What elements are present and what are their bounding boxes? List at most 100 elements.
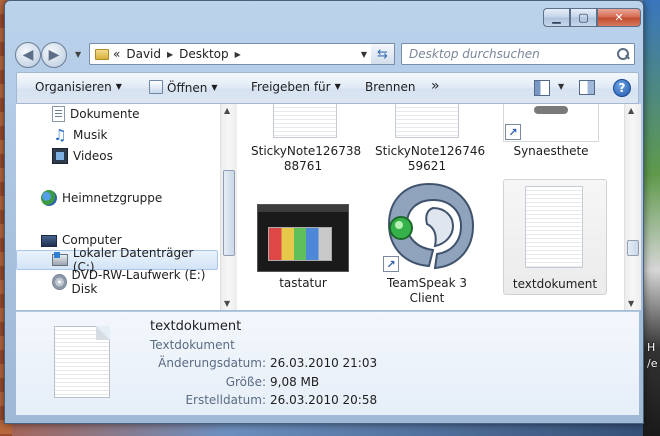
scrollbar-thumb[interactable] (223, 170, 235, 256)
nav-item-dvd-drive-e[interactable]: DVD-RW-Laufwerk (E:) Disk (16, 268, 218, 296)
homegroup-icon (41, 190, 57, 206)
open-button[interactable]: Öffnen ▼ (149, 80, 217, 95)
details-pane: textdokument Textdokument Änderungsdatum… (16, 311, 639, 415)
nav-item-label: Dokumente (70, 107, 140, 121)
file-name: StickyNote126746 (375, 144, 486, 158)
more-commands-label: » (431, 78, 440, 94)
file-name: TeamSpeak 3 (386, 276, 468, 290)
chevron-down-icon[interactable]: ▼ (558, 82, 564, 91)
content-scrollbar[interactable]: ▲ ▼ (624, 104, 641, 310)
breadcrumb-arrow-icon[interactable]: ▶ (167, 50, 173, 59)
file-name: Client (409, 291, 445, 305)
nav-item-label: DVD-RW-Laufwerk (E:) Disk (71, 268, 206, 296)
recent-pages-dropdown[interactable]: ▼ (75, 50, 81, 59)
nav-item-local-disk-c[interactable]: Lokaler Datenträger (C:) (16, 246, 218, 274)
address-overflow[interactable]: « (113, 47, 120, 61)
back-button[interactable]: ◀ (15, 42, 41, 68)
file-name: 88761 (283, 159, 323, 173)
videos-icon (52, 148, 68, 164)
maximize-button[interactable]: ▢ (570, 8, 597, 27)
search-placeholder: Desktop durchsuchen (409, 47, 540, 61)
file-name: Synaesthete (513, 144, 589, 158)
details-file-name: textdokument (150, 319, 242, 334)
computer-icon (41, 234, 57, 247)
nav-item-heimnetzgruppe[interactable]: Heimnetzgruppe (16, 188, 218, 208)
share-button[interactable]: Freigeben für ▼ (251, 80, 341, 94)
scroll-up-icon[interactable]: ▲ (224, 106, 230, 115)
drive-icon (52, 252, 68, 266)
shortcut-arrow-icon: ↗ (383, 256, 399, 272)
nav-item-label: Musik (73, 128, 108, 142)
details-value: 26.03.2010 20:58 (270, 393, 378, 407)
share-label: Freigeben für (251, 80, 331, 94)
open-label: Öffnen (167, 81, 208, 95)
nav-item-label: Computer (62, 233, 122, 247)
file-item-selected[interactable]: textdokument (503, 179, 607, 295)
change-view-icon[interactable] (534, 80, 550, 96)
shortcut-arrow-icon: ↗ (505, 124, 521, 140)
file-item[interactable]: tastatur (251, 200, 355, 294)
nav-item-musik[interactable]: ♫ Musik (16, 125, 218, 145)
scroll-down-icon[interactable]: ▼ (628, 299, 634, 308)
keyboard-image-icon (257, 204, 349, 272)
explorer-window: ▁ ▢ ✕ ◀ ▶ ▼ « David ▶ Desktop ▶ ▼ ⇆ Desk… (4, 0, 644, 424)
organize-button[interactable]: Organisieren ▼ (35, 80, 122, 94)
file-item[interactable]: StickyNote126746 59621 (375, 104, 486, 182)
nav-item-videos[interactable]: Videos (16, 146, 218, 166)
nav-item-dokumente[interactable]: Dokumente (16, 104, 218, 124)
file-item[interactable]: StickyNote126738 88761 (251, 104, 362, 182)
text-file-icon (395, 104, 459, 138)
organize-label: Organisieren (35, 80, 112, 94)
scroll-up-icon[interactable]: ▲ (628, 106, 634, 115)
file-item[interactable]: ↗ Synaesthete (499, 104, 603, 164)
file-name: textdokument (512, 277, 598, 291)
desktop-background-right (643, 0, 660, 436)
forward-button[interactable]: ▶ (41, 42, 67, 68)
music-icon: ♫ (53, 126, 67, 144)
file-name: 59621 (407, 159, 447, 173)
minimize-button[interactable]: ▁ (543, 8, 570, 27)
help-icon[interactable]: ? (613, 79, 631, 97)
scrollbar-thumb[interactable] (627, 240, 639, 256)
details-label: Größe: (225, 375, 266, 389)
nav-item-label: Heimnetzgruppe (62, 191, 163, 205)
search-input[interactable]: Desktop durchsuchen (401, 43, 635, 65)
breadcrumb-desktop[interactable]: Desktop (179, 47, 229, 61)
open-icon (149, 80, 163, 94)
app-graphic (534, 106, 568, 114)
text-file-icon (525, 186, 583, 268)
details-value: 26.03.2010 21:03 (270, 356, 378, 370)
refresh-button[interactable]: ⇆ (371, 43, 395, 65)
command-bar: Organisieren ▼ Öffnen ▼ Freigeben für ▼ Bre… (16, 72, 639, 104)
file-name: StickyNote126738 (251, 144, 362, 158)
details-file-type: Textdokument (150, 338, 235, 352)
close-button[interactable]: ✕ (597, 8, 641, 27)
details-value: 9,08 MB (270, 375, 320, 389)
file-list: StickyNote126738 88761 StickyNote126746 … (237, 104, 624, 310)
documents-icon (52, 106, 65, 122)
burn-label: Brennen (365, 80, 416, 94)
address-dropdown-icon[interactable]: ▼ (356, 44, 372, 64)
desktop-edge-text: /e (647, 357, 658, 370)
refresh-icon: ⇆ (377, 46, 388, 62)
text-file-icon (54, 326, 110, 398)
navigation-pane: Dokumente ♫ Musik Videos Heimnetzgruppe … (16, 104, 220, 310)
search-icon[interactable] (617, 48, 629, 60)
breadcrumb-arrow-icon[interactable]: ▶ (235, 50, 241, 59)
address-bar[interactable]: « David ▶ Desktop ▶ ▼ (89, 43, 373, 65)
forward-arrow-icon: ▶ (48, 47, 60, 63)
more-commands-button[interactable]: » (431, 78, 440, 94)
burn-button[interactable]: Brennen (365, 80, 415, 94)
breadcrumb-david[interactable]: David (126, 47, 161, 61)
dvd-icon (52, 274, 67, 290)
details-label: Änderungsdatum: (158, 356, 266, 370)
file-item[interactable]: ↗ TeamSpeak 3 Client (375, 180, 479, 306)
chevron-down-icon: ▼ (211, 83, 218, 92)
preview-pane-icon[interactable] (579, 80, 595, 95)
navigation-scrollbar[interactable]: ▲ ▼ (220, 104, 237, 310)
back-arrow-icon: ◀ (22, 47, 34, 63)
folder-icon (95, 48, 109, 60)
nav-item-label: Videos (73, 149, 113, 163)
scroll-down-icon[interactable]: ▼ (224, 299, 230, 308)
chevron-down-icon: ▼ (334, 82, 341, 91)
